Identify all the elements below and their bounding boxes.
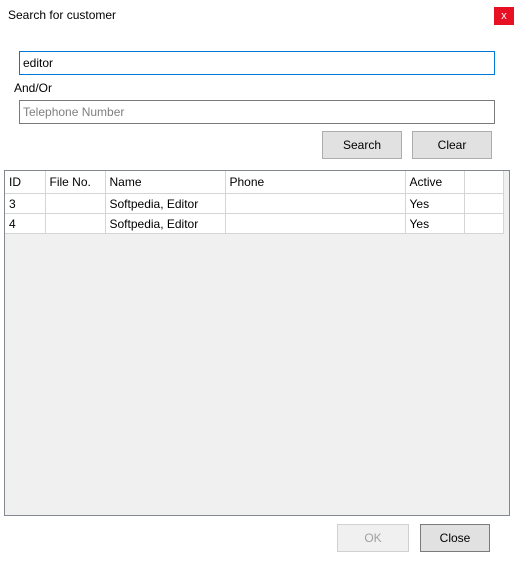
cell-file-no: [45, 193, 106, 214]
column-header-filler: [464, 171, 504, 194]
table-row[interactable]: 3 Softpedia, Editor Yes: [5, 193, 504, 214]
cell-active: Yes: [405, 213, 465, 234]
dialog-title: Search for customer: [8, 8, 117, 22]
cell-name: Softpedia, Editor: [105, 193, 226, 214]
ok-button[interactable]: OK: [337, 524, 409, 552]
customer-name-input[interactable]: [19, 51, 495, 75]
column-header-phone[interactable]: Phone: [225, 171, 406, 194]
close-window-icon[interactable]: x: [494, 7, 514, 25]
column-header-name[interactable]: Name: [105, 171, 226, 194]
cell-filler: [464, 213, 504, 234]
cell-phone: [225, 193, 406, 214]
column-header-id[interactable]: ID: [5, 171, 46, 194]
cell-name: Softpedia, Editor: [105, 213, 226, 234]
column-header-active[interactable]: Active: [405, 171, 465, 194]
cell-file-no: [45, 213, 106, 234]
table-header-row: ID File No. Name Phone Active: [5, 171, 504, 194]
column-header-file-no[interactable]: File No.: [45, 171, 106, 194]
table-row[interactable]: 4 Softpedia, Editor Yes: [5, 213, 504, 234]
cell-active: Yes: [405, 193, 465, 214]
cell-phone: [225, 213, 406, 234]
search-button[interactable]: Search: [322, 131, 402, 159]
cell-id: 4: [5, 213, 46, 234]
and-or-label: And/Or: [14, 81, 53, 95]
cell-id: 3: [5, 193, 46, 214]
cell-filler: [464, 193, 504, 214]
results-table: ID File No. Name Phone Active 3 Softpedi…: [5, 171, 504, 234]
search-customer-dialog: Search for customer x And/Or Search Clea…: [0, 0, 514, 572]
close-button[interactable]: Close: [420, 524, 490, 552]
results-grid[interactable]: ID File No. Name Phone Active 3 Softpedi…: [4, 170, 510, 516]
clear-button[interactable]: Clear: [412, 131, 492, 159]
telephone-input[interactable]: [19, 100, 495, 124]
